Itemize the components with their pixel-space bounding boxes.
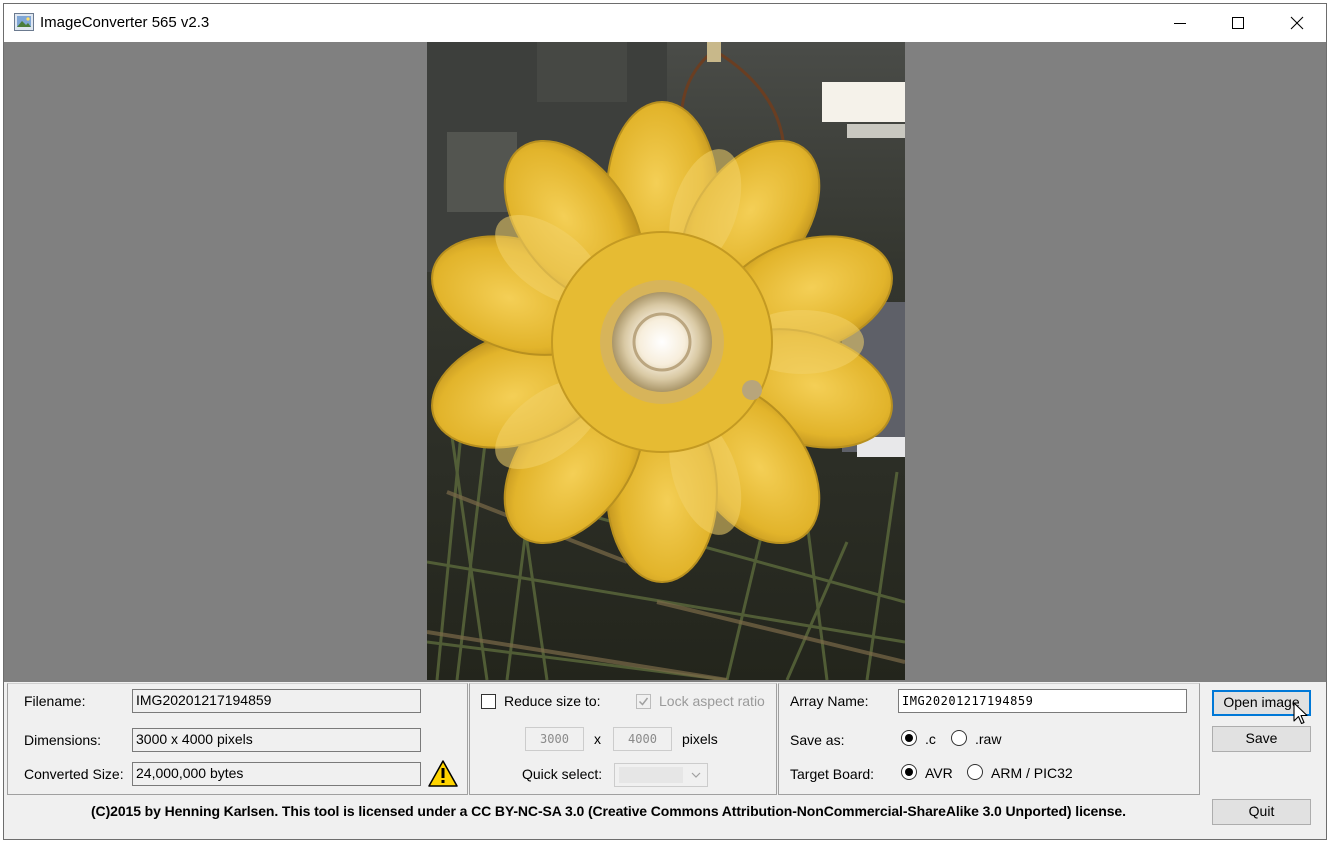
save-button[interactable]: Save — [1212, 726, 1311, 752]
save-as-label: Save as: — [790, 732, 845, 748]
minimize-button[interactable] — [1151, 4, 1209, 42]
preview-image — [427, 42, 905, 680]
converted-size-label: Converted Size: — [24, 766, 124, 782]
dimensions-label: Dimensions: — [24, 732, 102, 748]
pixels-label: pixels — [682, 731, 718, 747]
app-window: ImageConverter 565 v2.3 Filename: IMG202… — [3, 3, 1327, 840]
quit-button[interactable]: Quit — [1212, 799, 1311, 825]
maximize-button[interactable] — [1209, 4, 1267, 42]
chevron-down-icon — [691, 772, 701, 778]
warning-icon — [428, 760, 458, 787]
license-text: (C)2015 by Henning Karlsen. This tool is… — [91, 803, 1126, 819]
quick-select-value — [619, 767, 683, 783]
dimensions-field: 3000 x 4000 pixels — [132, 728, 421, 752]
x-separator: x — [594, 731, 601, 747]
width-input[interactable]: 3000 — [525, 727, 584, 751]
target-arm-radio[interactable] — [967, 764, 983, 780]
target-board-label: Target Board: — [790, 766, 875, 782]
save-as-raw-label: .raw — [975, 731, 1002, 747]
close-icon — [1290, 16, 1304, 30]
target-avr-label: AVR — [925, 765, 953, 781]
lock-aspect-label: Lock aspect ratio — [659, 693, 765, 709]
mouse-cursor-icon — [1293, 702, 1308, 725]
close-button[interactable] — [1268, 4, 1326, 42]
maximize-icon — [1232, 17, 1244, 29]
target-arm-label: ARM / PIC32 — [991, 765, 1073, 781]
window-title: ImageConverter 565 v2.3 — [40, 14, 210, 31]
filename-label: Filename: — [24, 693, 86, 709]
save-as-c-radio[interactable] — [901, 730, 917, 746]
resize-group: Reduce size to: Lock aspect ratio 3000 x… — [469, 683, 777, 795]
reduce-size-label: Reduce size to: — [504, 693, 601, 709]
target-avr-radio[interactable] — [901, 764, 917, 780]
height-input[interactable]: 4000 — [613, 727, 672, 751]
save-as-c-label: .c — [925, 731, 936, 747]
output-group: Array Name: IMG20201217194859 Save as: .… — [778, 683, 1200, 795]
save-as-raw-radio[interactable] — [951, 730, 967, 746]
checkmark-icon — [638, 697, 649, 706]
reduce-size-checkbox[interactable] — [481, 694, 496, 709]
array-name-input[interactable]: IMG20201217194859 — [898, 689, 1187, 713]
image-preview-area — [4, 42, 1326, 682]
converted-size-field: 24,000,000 bytes — [132, 762, 421, 786]
app-icon — [14, 13, 34, 31]
array-name-label: Array Name: — [790, 693, 869, 709]
quick-select-dropdown[interactable] — [614, 763, 708, 787]
lock-aspect-checkbox[interactable] — [636, 694, 651, 709]
title-bar[interactable]: ImageConverter 565 v2.3 — [4, 4, 1326, 42]
filename-field: IMG20201217194859 — [132, 689, 421, 713]
minimize-icon — [1174, 23, 1186, 24]
file-info-group: Filename: IMG20201217194859 Dimensions: … — [7, 683, 468, 795]
quick-select-label: Quick select: — [522, 766, 603, 782]
